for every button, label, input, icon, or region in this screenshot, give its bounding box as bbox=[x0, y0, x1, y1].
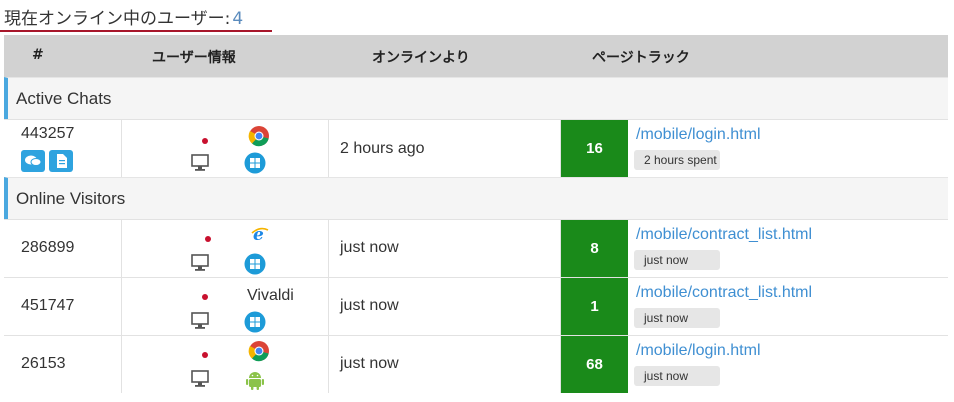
visitor-id: 443257 bbox=[21, 125, 75, 142]
online-users-heading: 現在オンライン中のユーザー: 4 bbox=[4, 4, 243, 29]
online-since: just now bbox=[340, 355, 399, 372]
chrome-icon bbox=[248, 125, 270, 152]
online-since: just now bbox=[340, 297, 399, 314]
table-header: # ユーザー情報 オンラインより ページトラック bbox=[4, 35, 948, 77]
online-users-count: 4 bbox=[232, 9, 244, 29]
page-track-count: 68 bbox=[561, 336, 628, 393]
column-hash[interactable]: # bbox=[32, 47, 44, 63]
time-spent-badge: just now bbox=[634, 250, 720, 270]
table-row[interactable]: 286899 e just now 8 /mobile/contract_lis… bbox=[4, 219, 948, 277]
section-online-visitors: Online Visitors bbox=[4, 177, 948, 219]
desktop-icon bbox=[190, 153, 210, 178]
page-track-count: 1 bbox=[561, 278, 628, 335]
online-users-label: 現在オンライン中のユーザー: bbox=[4, 9, 231, 29]
desktop-icon bbox=[190, 311, 210, 336]
page-track-link[interactable]: /mobile/login.html bbox=[636, 342, 761, 360]
table-row[interactable]: 443257 2 hours ago 16 /mobile/login.html… bbox=[4, 119, 948, 177]
browser-label: Vivaldi bbox=[247, 287, 294, 304]
visitor-id: 286899 bbox=[21, 239, 75, 256]
status-dot bbox=[202, 294, 208, 300]
column-online-since[interactable]: オンラインより bbox=[372, 47, 470, 67]
time-spent-badge: 2 hours spent bbox=[634, 150, 720, 170]
chat-bubble-icon[interactable] bbox=[21, 150, 45, 172]
windows-icon bbox=[244, 311, 266, 338]
page-track-link[interactable]: /mobile/login.html bbox=[636, 126, 761, 144]
table-row[interactable]: 26153 just now 68 /mobile/login.html jus… bbox=[4, 335, 948, 393]
status-dot bbox=[205, 236, 211, 242]
status-dot bbox=[202, 352, 208, 358]
time-spent-badge: just now bbox=[634, 366, 720, 386]
online-since: just now bbox=[340, 239, 399, 256]
visitors-table: # ユーザー情報 オンラインより ページトラック Active Chats 44… bbox=[4, 35, 948, 393]
visitor-id: 451747 bbox=[21, 297, 75, 314]
chrome-icon bbox=[248, 340, 270, 367]
windows-icon bbox=[244, 253, 266, 280]
column-user-info[interactable]: ユーザー情報 bbox=[152, 47, 236, 67]
online-since: 2 hours ago bbox=[340, 140, 425, 157]
document-icon[interactable] bbox=[49, 150, 73, 172]
table-row[interactable]: 451747 Vivaldi just now 1 /mobile/contra… bbox=[4, 277, 948, 335]
visitor-id: 26153 bbox=[21, 355, 66, 372]
column-page-track[interactable]: ページトラック bbox=[592, 47, 690, 67]
ie-icon: e bbox=[250, 224, 270, 249]
page-track-link[interactable]: /mobile/contract_list.html bbox=[636, 284, 812, 302]
windows-icon bbox=[244, 152, 266, 179]
page-track-count: 8 bbox=[561, 220, 628, 277]
heading-underline bbox=[0, 30, 272, 32]
section-active-chats: Active Chats bbox=[4, 77, 948, 119]
desktop-icon bbox=[190, 253, 210, 278]
android-icon bbox=[245, 369, 265, 396]
status-dot bbox=[202, 138, 208, 144]
page-track-count: 16 bbox=[561, 120, 628, 177]
page-track-link[interactable]: /mobile/contract_list.html bbox=[636, 226, 812, 244]
time-spent-badge: just now bbox=[634, 308, 720, 328]
desktop-icon bbox=[190, 369, 210, 394]
